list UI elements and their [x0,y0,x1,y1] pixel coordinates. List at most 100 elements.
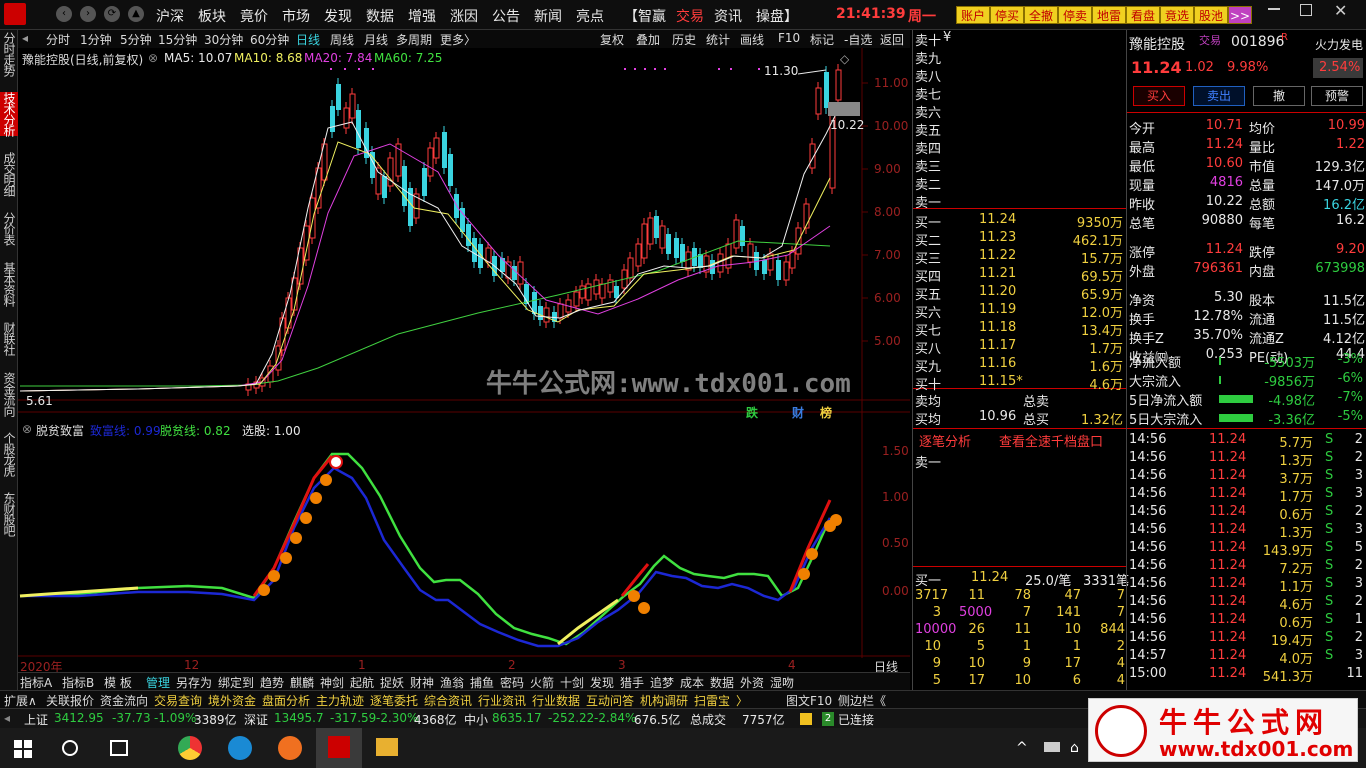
menu-shichang[interactable]: 市场 [282,6,310,26]
ext-tab[interactable]: 扫雷宝 [694,692,730,709]
menu-xinwen[interactable]: 新闻 [534,6,562,26]
trade-tag[interactable]: 交易 [1199,32,1221,50]
tab-full-depth[interactable]: 查看全速千档盘口 [999,431,1103,450]
marker-fall[interactable]: 跌 [746,404,758,421]
menu-shuju[interactable]: 数据 [366,6,394,26]
menu-liangdian[interactable]: 亮点 [576,6,604,26]
tab-intraday[interactable]: 分时走势 [0,32,18,76]
ext-tab[interactable]: 行业资讯 [478,692,526,709]
maximize-icon[interactable] [1300,4,1312,16]
menu-trade[interactable]: 交易 [676,6,704,26]
marker-board[interactable]: 榜 [820,404,832,421]
refresh-icon[interactable]: ⟳ [104,6,120,22]
indicator-tab[interactable]: 趋势 [260,674,284,691]
period-more[interactable]: 更多〉 [440,31,476,48]
indicator-tab[interactable]: 管理 [146,674,170,691]
indicator-tab[interactable]: 捉妖 [380,674,404,691]
period-monthly[interactable]: 月线 [364,31,388,48]
indicator-tab[interactable]: 绑定到 [218,674,254,691]
indicator-tab[interactable]: 渔翁 [440,674,464,691]
menu-faxian[interactable]: 发现 [324,6,352,26]
indicator-tab[interactable]: 神剑 [320,674,344,691]
tab-dragon-tiger[interactable]: 个股龙虎 [0,432,18,476]
tab-trades[interactable]: 成交明细 [0,152,18,196]
settings-icon[interactable]: ◂ [4,711,10,725]
ext-tab[interactable]: 扩展∧ [4,692,37,709]
ext-tab[interactable]: 境外资金 [208,692,256,709]
menu-zhiying[interactable]: 【智赢 [624,6,666,26]
chrome-icon[interactable] [178,736,202,760]
period-weekly[interactable]: 周线 [330,31,354,48]
tool-f10[interactable]: F10 [778,31,800,45]
tool-fuquan[interactable]: 复权 [600,31,624,48]
battery-icon[interactable] [1044,742,1060,752]
ext-tab[interactable]: 综合资讯 [424,692,472,709]
cancel-all-button[interactable]: 全撤 [1024,6,1058,24]
tool-draw[interactable]: 画线 [740,31,764,48]
menu-info[interactable]: 资讯 [714,6,742,26]
task-view-icon[interactable] [110,740,128,756]
alert-button[interactable]: 预警 [1311,86,1363,106]
tool-watchlist[interactable]: -自选 [844,31,872,48]
period-multi[interactable]: 多周期 [396,31,432,48]
ext-tab[interactable]: 关联报价 [46,692,94,709]
landmine-button[interactable]: 地雷 [1092,6,1126,24]
menu-bankuai[interactable]: 板块 [198,6,226,26]
indicator-tab[interactable]: 十剑 [560,674,584,691]
tab-fund-flow[interactable]: 资金流向 [0,372,18,416]
period-daily[interactable]: 日线 [296,31,320,48]
toolbar-toggle-icon[interactable]: ◂ [22,31,28,45]
tab-guba[interactable]: 东财股吧 [0,492,18,536]
more-button[interactable]: >> [1228,6,1252,24]
sell-button[interactable]: 卖出 [1193,86,1245,106]
menu-zhangyin[interactable]: 涨因 [450,6,478,26]
menu-gonggao[interactable]: 公告 [492,6,520,26]
indicator-tab[interactable]: 另存为 [176,674,212,691]
tab-fundamentals[interactable]: 基本资料 [0,262,18,306]
forward-nav-icon[interactable]: › [80,6,96,22]
stop-sell-button[interactable]: 停卖 [1058,6,1092,24]
home-icon[interactable]: ▲ [128,6,144,22]
indicator-tab[interactable]: 模 板 [104,674,132,691]
indicator-tab[interactable]: 起航 [350,674,374,691]
edge-icon[interactable] [228,736,252,760]
indicator-tab[interactable]: 追梦 [650,674,674,691]
tab-price-table[interactable]: 分价表 [0,212,18,245]
indicator-tab[interactable]: 捕鱼 [470,674,494,691]
sector-name[interactable]: 火力发电 [1315,36,1363,54]
indicator-tab[interactable]: 财神 [410,674,434,691]
bid-select-button[interactable]: 竟选 [1160,6,1194,24]
minimize-icon[interactable] [1268,8,1280,10]
firefox-icon[interactable] [278,736,302,760]
marker-finance[interactable]: 财 [792,404,804,421]
back-nav-icon[interactable]: ‹ [56,6,72,22]
indicator-tab[interactable]: 数据 [710,674,734,691]
indicator-tab[interactable]: 湿吻 [770,674,794,691]
indicator-tab[interactable]: 猎手 [620,674,644,691]
ext-tab[interactable]: 交易查询 [154,692,202,709]
period-60min[interactable]: 60分钟 [250,31,289,48]
indicator-settings-icon[interactable]: ⊗ [22,422,32,436]
tool-mark[interactable]: 标记 [810,31,834,48]
menu-hushen[interactable]: 沪深 [156,6,184,26]
stock-pool-button[interactable]: 股池 [1194,6,1228,24]
cancel-button[interactable]: 撤 [1253,86,1305,106]
tab-tick-analysis[interactable]: 逐笔分析 [919,431,971,450]
ext-tab[interactable]: 互动问答 [586,692,634,709]
tool-back[interactable]: 返回 [880,31,904,48]
ext-tab[interactable]: 资金流向 [100,692,148,709]
menu-caopan[interactable]: 操盘】 [756,6,798,26]
tool-overlay[interactable]: 叠加 [636,31,660,48]
period-30min[interactable]: 30分钟 [204,31,243,48]
ext-tab[interactable]: 主力轨迹 [316,692,364,709]
menu-jingjia[interactable]: 竟价 [240,6,268,26]
period-fenshi[interactable]: 分时 [46,31,70,48]
tab-technical[interactable]: 技术分析 [0,92,18,136]
tool-history[interactable]: 历史 [672,31,696,48]
buy-button[interactable]: 买入 [1133,86,1185,106]
close-icon[interactable]: ✕ [1334,1,1347,20]
indicator-tab[interactable]: 成本 [680,674,704,691]
diamond-icon[interactable]: ◇ [840,52,849,66]
chart-area[interactable]: 豫能控股(日线,前复权) ⊗ MA5: 10.07 MA10: 8.68 MA2… [18,48,910,674]
ext-tab[interactable]: 逐笔委托 [370,692,418,709]
